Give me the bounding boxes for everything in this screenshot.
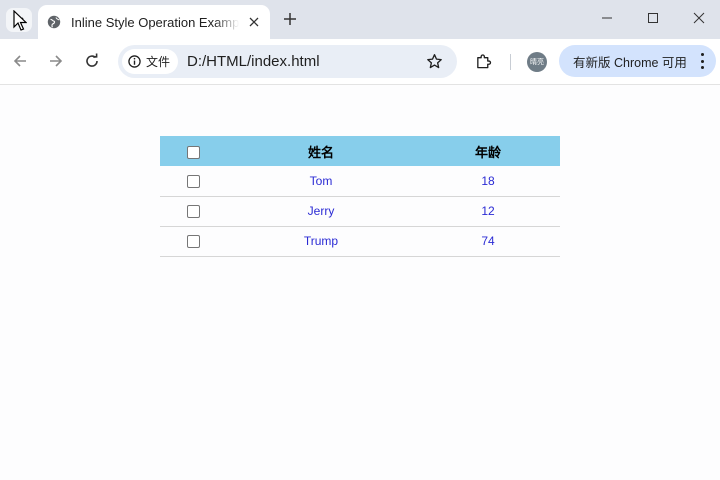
plus-icon: [284, 13, 296, 25]
more-menu-icon[interactable]: [700, 53, 704, 69]
profile-avatar[interactable]: 晴亮: [527, 52, 547, 72]
bookmark-star-icon[interactable]: [425, 52, 443, 70]
header-checkbox-cell: [160, 136, 226, 166]
row-checkbox[interactable]: [186, 235, 200, 249]
table-body: Tom 18 Jerry 12 Trump 74: [160, 166, 560, 257]
header-age: 年龄: [416, 136, 560, 166]
cell-name: Trump: [226, 226, 416, 257]
row-checkbox-cell: [160, 166, 226, 197]
globe-icon: [47, 15, 61, 29]
info-icon: [128, 55, 141, 68]
mouse-cursor-icon: [13, 10, 27, 31]
profile-avatar-label: 晴亮: [530, 59, 544, 66]
toolbar-divider: [510, 54, 511, 70]
cell-name: Jerry: [226, 196, 416, 227]
close-icon: [693, 12, 705, 24]
reload-icon: [86, 53, 98, 67]
people-table: 姓名 年龄 Tom 18 Jerry 12 Trump 74: [160, 136, 560, 257]
tab-title: Inline Style Operation Example: [71, 14, 239, 30]
new-tab-button[interactable]: [280, 9, 300, 29]
row-checkbox-cell: [160, 226, 226, 257]
arrow-right-icon: [50, 55, 63, 67]
arrow-left-icon: [13, 55, 26, 67]
table-row: Tom 18: [160, 166, 560, 197]
table-row: Trump 74: [160, 226, 560, 257]
update-chrome-label: 有新版 Chrome 可用: [573, 55, 687, 70]
maximize-icon: [648, 13, 658, 23]
minimize-button[interactable]: [597, 8, 617, 28]
select-all-checkbox[interactable]: [186, 145, 200, 159]
table-header-row: 姓名 年龄: [160, 136, 560, 166]
maximize-button[interactable]: [643, 8, 663, 28]
close-window-button[interactable]: [689, 8, 709, 28]
site-chip-label: 文件: [146, 55, 171, 69]
browser-toolbar: 文件 D:/HTML/index.html 晴亮 有新版 Chrome 可用: [0, 39, 720, 85]
forward-button[interactable]: [46, 51, 66, 71]
header-name: 姓名: [226, 136, 416, 166]
row-checkbox[interactable]: [186, 205, 200, 219]
row-checkbox[interactable]: [186, 174, 200, 188]
url-text[interactable]: D:/HTML/index.html: [187, 53, 320, 70]
extensions-button[interactable]: [473, 51, 493, 71]
active-tab[interactable]: Inline Style Operation Example: [38, 5, 270, 39]
page-content: 姓名 年龄 Tom 18 Jerry 12 Trump 74: [0, 86, 720, 480]
close-tab-icon[interactable]: [246, 14, 262, 30]
back-button[interactable]: [10, 51, 30, 71]
minimize-icon: [602, 17, 612, 19]
cell-age: 18: [416, 166, 560, 197]
update-chrome-button[interactable]: 有新版 Chrome 可用: [559, 45, 716, 77]
site-info-chip[interactable]: 文件: [122, 49, 178, 74]
cell-name: Tom: [226, 166, 416, 197]
table-row: Jerry 12: [160, 196, 560, 227]
cell-age: 74: [416, 226, 560, 257]
puzzle-icon: [476, 53, 491, 68]
cell-age: 12: [416, 196, 560, 227]
address-bar[interactable]: 文件 D:/HTML/index.html: [118, 45, 457, 78]
tab-strip: Inline Style Operation Example: [0, 0, 720, 39]
reload-button[interactable]: [82, 51, 102, 71]
row-checkbox-cell: [160, 196, 226, 227]
